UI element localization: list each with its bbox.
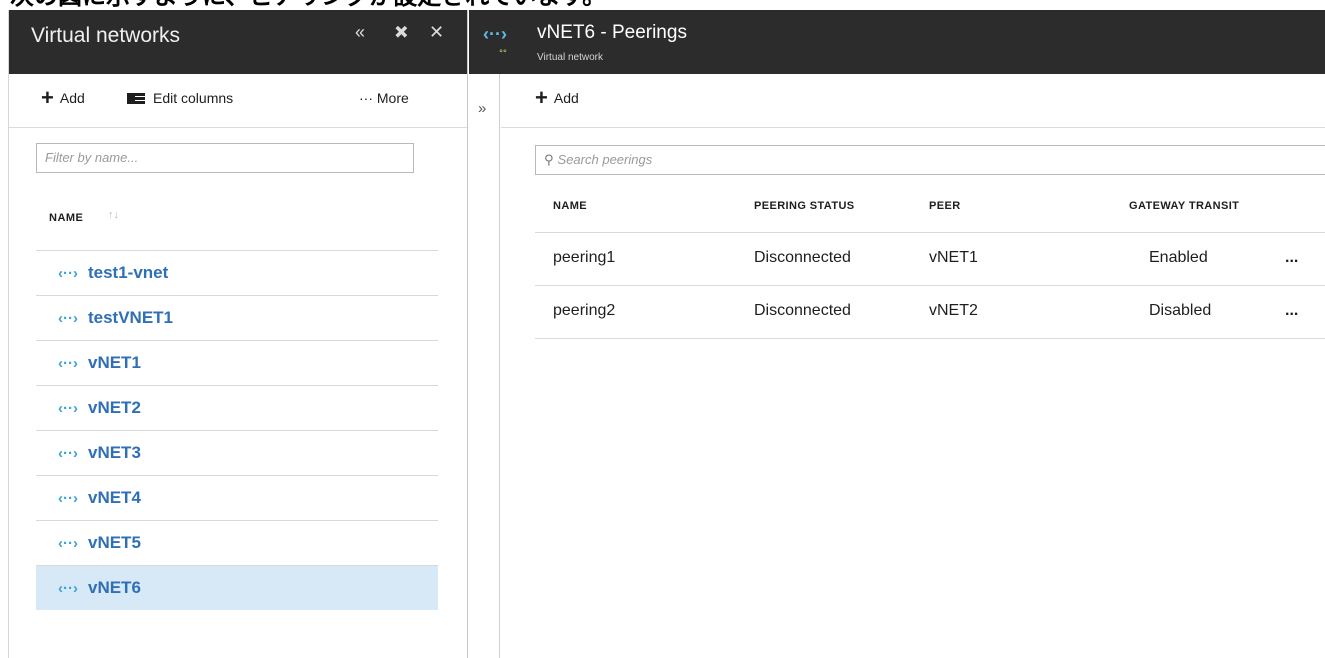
vnet-name[interactable]: testVNET1 xyxy=(88,308,173,328)
more-label: ··· More xyxy=(359,90,409,106)
portal-stage: Virtual networks « ✚ ✕ + Add Edit column… xyxy=(0,10,1325,658)
left-blade-header: Virtual networks « ✚ ✕ xyxy=(9,10,467,74)
left-blade-title: Virtual networks xyxy=(31,24,181,47)
vnet-name[interactable]: test1-vnet xyxy=(88,263,168,283)
virtual-network-icon: ‹··› xyxy=(58,444,78,462)
virtual-networks-blade: Virtual networks « ✚ ✕ + Add Edit column… xyxy=(8,10,468,658)
cell-name: peering1 xyxy=(553,249,616,266)
vnet-name[interactable]: vNET4 xyxy=(88,488,141,508)
search-peerings-input[interactable]: ⚲ Search peerings xyxy=(535,145,1325,175)
vnet-list-item[interactable]: ‹··› vNET3 xyxy=(36,430,438,475)
search-placeholder: Search peerings xyxy=(557,152,653,167)
table-row[interactable]: peering2 Disconnected vNET2 Disabled... xyxy=(535,286,1325,339)
add-button[interactable]: + Add xyxy=(41,85,85,110)
collapse-icon[interactable]: « xyxy=(355,22,365,43)
vnet-list-item[interactable]: ‹··› testVNET1 xyxy=(36,295,438,340)
virtual-network-icon: ‹··› xyxy=(483,24,507,44)
right-blade-title: vNET6 - Peerings xyxy=(537,22,687,43)
name-column-header[interactable]: NAME xyxy=(49,212,83,224)
filter-input[interactable]: Filter by name... xyxy=(36,143,414,173)
vnet-name[interactable]: vNET3 xyxy=(88,443,141,463)
right-toolbar: + Add xyxy=(501,74,1325,128)
col-header-gateway-transit[interactable]: GATEWAY TRANSIT xyxy=(1129,200,1239,212)
virtual-network-icon: ‹··› xyxy=(58,309,78,327)
virtual-network-icon: ‹··› xyxy=(58,354,78,372)
right-blade-subtitle: Virtual network xyxy=(537,52,603,63)
vnet-list: ‹··› test1-vnet ‹··› testVNET1 ‹··› vNET1 ‹··›… xyxy=(36,250,438,610)
vnet-list-item[interactable]: ‹··› vNET1 xyxy=(36,340,438,385)
virtual-network-icon: ‹··› xyxy=(58,399,78,417)
cell-status: Disconnected xyxy=(754,302,851,319)
col-header-peer[interactable]: PEER xyxy=(929,200,961,212)
row-more-button[interactable]: ... xyxy=(1285,249,1298,267)
vnet-list-item[interactable]: ‹··› test1-vnet xyxy=(36,250,438,295)
vnet-name[interactable]: vNET6 xyxy=(88,578,141,598)
pin-icon[interactable]: ✚ xyxy=(388,20,413,46)
vnet-name[interactable]: vNET2 xyxy=(88,398,141,418)
expand-strip[interactable]: » xyxy=(469,74,500,658)
right-blade-header: ‹··› ᐤᐤ vNET6 - Peerings Virtual network xyxy=(469,10,1325,74)
virtual-network-icon: ‹··› xyxy=(58,489,78,507)
cell-status: Disconnected xyxy=(754,249,851,266)
peerings-table: peering1 Disconnected vNET1 Enabled... peeri… xyxy=(535,232,1325,339)
vnet-list-item[interactable]: ‹··› vNET5 xyxy=(36,520,438,565)
add-label: Add xyxy=(59,90,85,106)
plus-icon: + xyxy=(535,85,548,110)
plus-icon: + xyxy=(41,85,54,110)
edit-columns-button[interactable]: Edit columns xyxy=(127,90,233,106)
sort-icon[interactable]: ↑↓ xyxy=(108,209,119,221)
columns-icon xyxy=(127,92,145,104)
virtual-network-icon: ‹··› xyxy=(58,534,78,552)
table-row[interactable]: peering1 Disconnected vNET1 Enabled... xyxy=(535,233,1325,286)
cell-peer: vNET2 xyxy=(929,302,978,319)
cell-name: peering2 xyxy=(553,302,616,319)
col-header-peering-status[interactable]: PEERING STATUS xyxy=(754,200,855,212)
vnet-name[interactable]: vNET1 xyxy=(88,353,141,373)
peering-link-icon: ᐤᐤ xyxy=(499,48,507,59)
add-peering-button[interactable]: + Add xyxy=(535,85,579,110)
cell-gateway-transit: Enabled xyxy=(1149,249,1208,266)
expand-icon[interactable]: » xyxy=(478,100,486,117)
cell-gateway-transit: Disabled xyxy=(1149,302,1212,319)
vnet-list-item[interactable]: ‹··› vNET2 xyxy=(36,385,438,430)
virtual-network-icon: ‹··› xyxy=(58,579,78,597)
vnet-name[interactable]: vNET5 xyxy=(88,533,141,553)
close-icon[interactable]: ✕ xyxy=(429,22,444,43)
col-header-name[interactable]: NAME xyxy=(553,200,587,212)
peerings-blade: ‹··› ᐤᐤ vNET6 - Peerings Virtual network… xyxy=(469,10,1325,658)
row-more-button[interactable]: ... xyxy=(1285,302,1298,320)
edit-columns-label: Edit columns xyxy=(153,90,234,106)
add-peering-label: Add xyxy=(553,90,579,106)
left-toolbar: + Add Edit columns ··· More xyxy=(9,74,467,128)
search-icon: ⚲ xyxy=(544,152,554,167)
virtual-network-icon: ‹··› xyxy=(58,264,78,282)
vnet-list-item[interactable]: ‹··› vNET4 xyxy=(36,475,438,520)
cell-peer: vNET1 xyxy=(929,249,978,266)
more-button[interactable]: ··· More xyxy=(359,90,409,106)
page-caption: 次の図に示すように、ピアリングが設定されています。 xyxy=(0,0,1325,10)
vnet-list-item[interactable]: ‹··› vNET6 xyxy=(36,565,438,610)
